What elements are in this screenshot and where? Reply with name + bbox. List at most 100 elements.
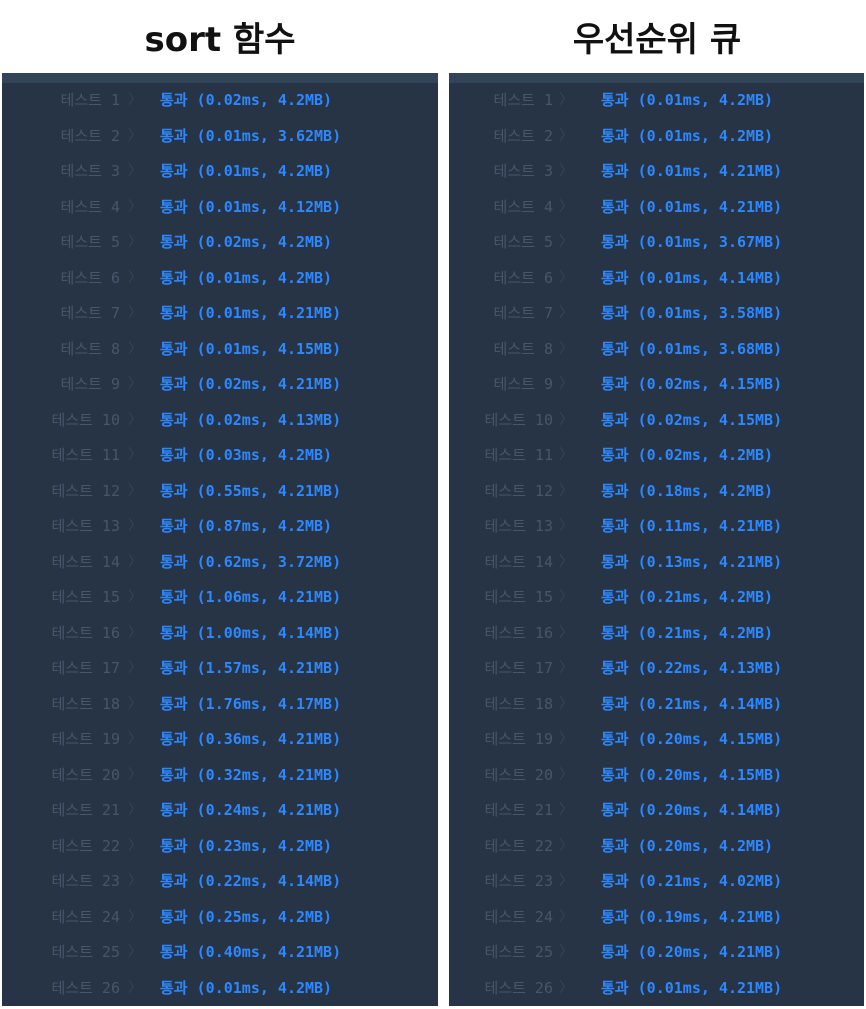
test-result-value: 통과 (0.01ms, 4.15MB): [160, 339, 342, 358]
test-result-value: 통과 (0.01ms, 4.2MB): [601, 126, 774, 145]
chevron-right-icon: 〉: [128, 766, 142, 783]
test-result-row[interactable]: 테스트 8 〉 통과 (0.01ms, 4.15MB): [2, 332, 438, 368]
test-result-row[interactable]: 테스트 2 〉 통과 (0.01ms, 3.62MB): [2, 119, 438, 155]
test-result-row[interactable]: 테스트 12 〉 통과 (0.18ms, 4.2MB): [449, 474, 864, 510]
test-result-row[interactable]: 테스트 13 〉 통과 (0.11ms, 4.21MB): [449, 509, 864, 545]
test-result-row[interactable]: 테스트 17 〉 통과 (0.22ms, 4.13MB): [449, 651, 864, 687]
test-result-row[interactable]: 테스트 21 〉 통과 (0.20ms, 4.14MB): [449, 793, 864, 829]
chevron-right-icon: 〉: [128, 944, 142, 960]
sort-results-list: 테스트 1 〉 통과 (0.02ms, 4.2MB) 테스트 2 〉 통과 (0.01ms…: [2, 83, 438, 1006]
test-result-row[interactable]: 테스트 14 〉 통과 (0.62ms, 3.72MB): [2, 545, 438, 581]
test-result-value: 통과 (0.20ms, 4.21MB): [601, 943, 783, 961]
test-result-row[interactable]: 테스트 6 〉 통과 (0.01ms, 4.2MB): [2, 261, 438, 297]
chevron-right-icon: 〉: [128, 589, 142, 605]
test-result-row[interactable]: 테스트 6 〉 통과 (0.01ms, 4.14MB): [449, 261, 864, 297]
test-label: 테스트 19: [484, 730, 554, 748]
test-result-value: 통과 (0.32ms, 4.21MB): [160, 765, 342, 784]
test-result-row[interactable]: 테스트 20 〉 통과 (0.32ms, 4.21MB): [2, 758, 438, 794]
test-result-row[interactable]: 테스트 3 〉 통과 (0.01ms, 4.21MB): [449, 154, 864, 190]
test-result-row[interactable]: 테스트 9 〉 통과 (0.02ms, 4.15MB): [449, 367, 864, 403]
test-result-row[interactable]: 테스트 15 〉 통과 (0.21ms, 4.2MB): [449, 580, 864, 616]
test-result-row[interactable]: 테스트 14 〉 통과 (0.13ms, 4.21MB): [449, 545, 864, 581]
test-result-row[interactable]: 테스트 22 〉 통과 (0.23ms, 4.2MB): [2, 829, 438, 865]
chevron-right-icon: 〉: [128, 624, 142, 641]
test-result-row[interactable]: 테스트 13 〉 통과 (0.87ms, 4.2MB): [2, 509, 438, 545]
test-result-row[interactable]: 테스트 22 〉 통과 (0.20ms, 4.2MB): [449, 829, 864, 865]
test-result-row[interactable]: 테스트 5 〉 통과 (0.02ms, 4.2MB): [2, 225, 438, 261]
test-result-value: 통과 (0.01ms, 4.21MB): [160, 304, 342, 322]
test-result-row[interactable]: 테스트 8 〉 통과 (0.01ms, 3.68MB): [449, 332, 864, 368]
test-result-value: 통과 (0.22ms, 4.13MB): [601, 659, 783, 677]
test-result-row[interactable]: 테스트 24 〉 통과 (0.19ms, 4.21MB): [449, 900, 864, 936]
chevron-right-icon: 〉: [559, 269, 573, 286]
test-result-row[interactable]: 테스트 9 〉 통과 (0.02ms, 4.21MB): [2, 367, 438, 403]
chevron-right-icon: 〉: [128, 92, 142, 108]
test-result-row[interactable]: 테스트 15 〉 통과 (1.06ms, 4.21MB): [2, 580, 438, 616]
test-result-row[interactable]: 테스트 26 〉 통과 (0.01ms, 4.2MB): [2, 971, 438, 1007]
test-result-row[interactable]: 테스트 5 〉 통과 (0.01ms, 3.67MB): [449, 225, 864, 261]
chevron-right-icon: 〉: [128, 269, 142, 286]
test-result-value: 통과 (0.02ms, 4.2MB): [160, 91, 333, 109]
chevron-right-icon: 〉: [559, 553, 573, 570]
test-label: 테스트 4: [60, 197, 120, 216]
test-result-row[interactable]: 테스트 10 〉 통과 (0.02ms, 4.13MB): [2, 403, 438, 439]
test-result-row[interactable]: 테스트 1 〉 통과 (0.01ms, 4.2MB): [449, 83, 864, 119]
test-result-row[interactable]: 테스트 26 〉 통과 (0.01ms, 4.21MB): [449, 971, 864, 1007]
test-result-row[interactable]: 테스트 4 〉 통과 (0.01ms, 4.21MB): [449, 190, 864, 226]
test-result-row[interactable]: 테스트 7 〉 통과 (0.01ms, 3.58MB): [449, 296, 864, 332]
test-label: 테스트 26: [51, 978, 121, 997]
chevron-right-icon: 〉: [128, 447, 142, 463]
test-result-row[interactable]: 테스트 10 〉 통과 (0.02ms, 4.15MB): [449, 403, 864, 439]
test-result-row[interactable]: 테스트 17 〉 통과 (1.57ms, 4.21MB): [2, 651, 438, 687]
test-label: 테스트 10: [484, 410, 554, 429]
test-label: 테스트 5: [493, 233, 553, 251]
test-result-row[interactable]: 테스트 3 〉 통과 (0.01ms, 4.2MB): [2, 154, 438, 190]
test-result-value: 통과 (0.19ms, 4.21MB): [601, 907, 783, 926]
test-result-value: 통과 (0.25ms, 4.2MB): [160, 907, 333, 926]
test-result-row[interactable]: 테스트 16 〉 통과 (1.00ms, 4.14MB): [2, 616, 438, 652]
test-result-row[interactable]: 테스트 11 〉 통과 (0.03ms, 4.2MB): [2, 438, 438, 474]
chevron-right-icon: 〉: [128, 163, 142, 179]
test-result-row[interactable]: 테스트 20 〉 통과 (0.20ms, 4.15MB): [449, 758, 864, 794]
test-result-row[interactable]: 테스트 24 〉 통과 (0.25ms, 4.2MB): [2, 900, 438, 936]
test-result-row[interactable]: 테스트 4 〉 통과 (0.01ms, 4.12MB): [2, 190, 438, 226]
test-result-row[interactable]: 테스트 16 〉 통과 (0.21ms, 4.2MB): [449, 616, 864, 652]
test-label: 테스트 17: [484, 659, 554, 677]
priority-queue-results-panel: 테스트 1 〉 통과 (0.01ms, 4.2MB) 테스트 2 〉 통과 (0.01ms…: [449, 73, 864, 1006]
chevron-right-icon: 〉: [128, 518, 142, 534]
test-label: 테스트 5: [60, 233, 120, 251]
test-result-row[interactable]: 테스트 11 〉 통과 (0.02ms, 4.2MB): [449, 438, 864, 474]
test-result-row[interactable]: 테스트 19 〉 통과 (0.20ms, 4.15MB): [449, 722, 864, 758]
test-result-row[interactable]: 테스트 7 〉 통과 (0.01ms, 4.21MB): [2, 296, 438, 332]
test-label: 테스트 14: [484, 552, 554, 571]
test-label: 테스트 9: [60, 375, 120, 393]
test-label: 테스트 8: [60, 339, 120, 358]
test-label: 테스트 12: [51, 481, 121, 500]
test-label: 테스트 1: [493, 91, 553, 109]
test-result-row[interactable]: 테스트 12 〉 통과 (0.55ms, 4.21MB): [2, 474, 438, 510]
test-result-row[interactable]: 테스트 23 〉 통과 (0.21ms, 4.02MB): [449, 864, 864, 900]
test-result-row[interactable]: 테스트 1 〉 통과 (0.02ms, 4.2MB): [2, 83, 438, 119]
test-result-row[interactable]: 테스트 25 〉 통과 (0.20ms, 4.21MB): [449, 935, 864, 971]
test-result-value: 통과 (0.02ms, 4.21MB): [160, 375, 342, 393]
test-result-row[interactable]: 테스트 18 〉 통과 (1.76ms, 4.17MB): [2, 687, 438, 723]
test-label: 테스트 23: [51, 872, 121, 890]
test-result-value: 통과 (0.01ms, 4.14MB): [601, 268, 783, 287]
test-result-value: 통과 (1.76ms, 4.17MB): [160, 694, 342, 713]
test-result-value: 통과 (0.01ms, 3.62MB): [160, 126, 342, 145]
chevron-right-icon: 〉: [559, 198, 573, 215]
test-label: 테스트 2: [493, 126, 553, 145]
chevron-right-icon: 〉: [128, 979, 142, 996]
test-result-row[interactable]: 테스트 2 〉 통과 (0.01ms, 4.2MB): [449, 119, 864, 155]
chevron-right-icon: 〉: [559, 340, 573, 357]
test-label: 테스트 18: [484, 694, 554, 713]
chevron-right-icon: 〉: [128, 482, 142, 499]
panel-top-strip: [2, 73, 438, 83]
test-label: 테스트 2: [60, 126, 120, 145]
test-result-row[interactable]: 테스트 19 〉 통과 (0.36ms, 4.21MB): [2, 722, 438, 758]
test-result-row[interactable]: 테스트 18 〉 통과 (0.21ms, 4.14MB): [449, 687, 864, 723]
test-result-row[interactable]: 테스트 21 〉 통과 (0.24ms, 4.21MB): [2, 793, 438, 829]
chevron-right-icon: 〉: [559, 979, 573, 996]
test-result-row[interactable]: 테스트 23 〉 통과 (0.22ms, 4.14MB): [2, 864, 438, 900]
test-result-row[interactable]: 테스트 25 〉 통과 (0.40ms, 4.21MB): [2, 935, 438, 971]
